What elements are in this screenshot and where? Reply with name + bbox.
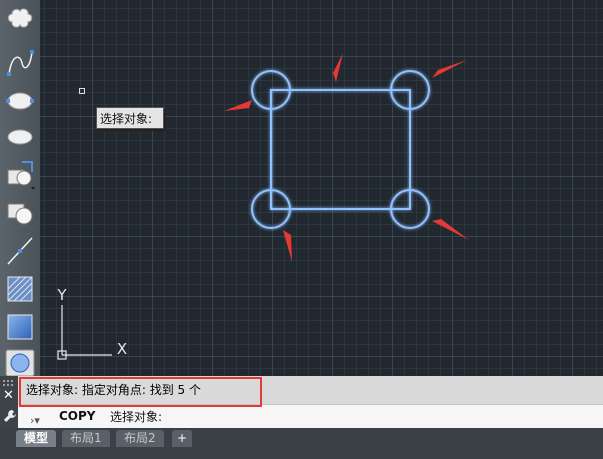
wrench-icon[interactable] bbox=[3, 409, 17, 423]
hatch-tool-button[interactable] bbox=[4, 274, 36, 304]
ellipse-tool-button[interactable] bbox=[4, 86, 36, 116]
command-input-row: ›▾ COPY bbox=[18, 404, 603, 429]
insert-block-icon bbox=[7, 161, 35, 190]
drawing-canvas[interactable]: Y X bbox=[40, 0, 603, 376]
drawing-geometry: Y X bbox=[56, 53, 469, 360]
spline-icon bbox=[7, 50, 34, 76]
pickbox-cursor bbox=[79, 88, 85, 94]
command-input[interactable] bbox=[110, 406, 590, 426]
make-block-icon bbox=[7, 203, 33, 225]
add-layout-button[interactable]: + bbox=[172, 430, 193, 447]
annotation-arrow-top bbox=[333, 53, 343, 82]
revcloud-tool-button[interactable] bbox=[4, 4, 36, 34]
layout-tab-bar: 模型 布局1 布局2 + bbox=[0, 428, 603, 459]
tab-layout1[interactable]: 布局1 bbox=[62, 430, 110, 447]
gradient-tool-button[interactable] bbox=[4, 312, 36, 342]
command-line-grip[interactable]: ✕ bbox=[0, 376, 18, 428]
annotation-arrow-top-right bbox=[432, 60, 467, 78]
annotation-arrow-bottom-right bbox=[432, 219, 469, 240]
close-command-line-button[interactable]: ✕ bbox=[3, 388, 14, 403]
selected-rectangle[interactable] bbox=[270, 89, 411, 210]
ucs-icon bbox=[57, 305, 112, 360]
construction-line-icon bbox=[7, 237, 33, 265]
command-history-highlight bbox=[19, 377, 262, 407]
make-block-tool-button[interactable] bbox=[4, 198, 36, 228]
region-icon bbox=[5, 349, 35, 377]
ucs-y-label: Y bbox=[56, 286, 67, 304]
tab-layout2[interactable]: 布局2 bbox=[116, 430, 164, 447]
gradient-icon bbox=[7, 314, 33, 340]
ucs-x-label: X bbox=[117, 340, 127, 358]
hatch-icon bbox=[7, 276, 33, 302]
annotation-arrow-bottom-left bbox=[283, 230, 292, 262]
ellipse-arc-tool-button[interactable] bbox=[4, 122, 36, 152]
dynamic-input-tooltip: 选择对象: bbox=[96, 107, 164, 129]
ellipse-arc-icon bbox=[7, 129, 33, 145]
tab-model[interactable]: 模型 bbox=[16, 430, 57, 447]
ellipse-icon bbox=[6, 92, 34, 110]
draw-toolbar bbox=[0, 0, 41, 378]
grip-dots-icon bbox=[3, 380, 13, 386]
spline-tool-button[interactable] bbox=[4, 48, 36, 78]
insert-block-tool-button[interactable] bbox=[4, 160, 36, 190]
current-command-name: COPY bbox=[59, 409, 96, 423]
region-tool-button[interactable] bbox=[4, 348, 36, 378]
annotation-arrow-left bbox=[224, 100, 252, 111]
construction-line-tool-button[interactable] bbox=[4, 236, 36, 266]
revcloud-icon bbox=[7, 8, 33, 28]
